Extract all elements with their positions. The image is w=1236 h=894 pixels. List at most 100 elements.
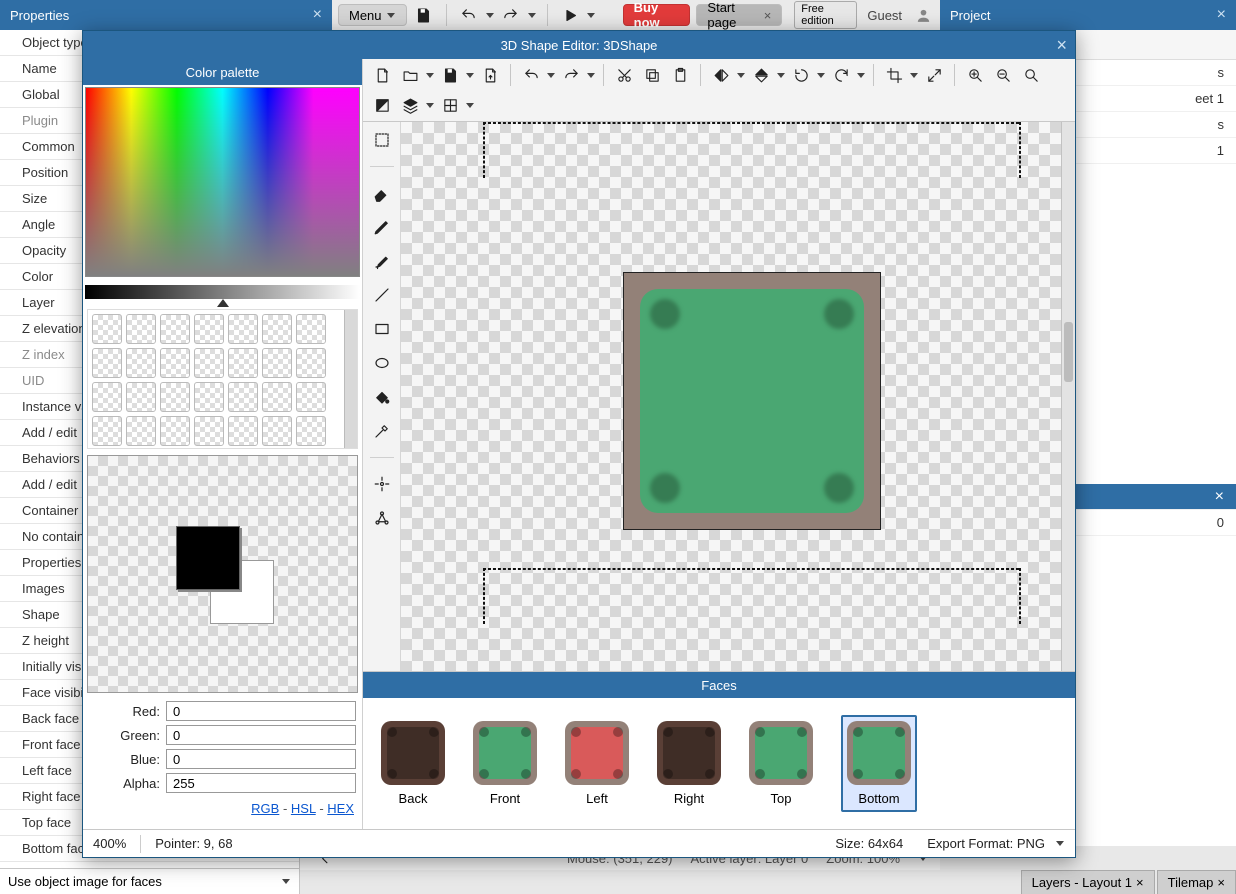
flip-h-dropdown[interactable] [736, 73, 746, 78]
hex-link[interactable]: HEX [327, 801, 354, 816]
empty-swatch[interactable] [228, 314, 258, 344]
pencil-icon[interactable] [368, 215, 396, 239]
crop-dropdown[interactable] [909, 73, 919, 78]
play-dropdown[interactable] [587, 13, 595, 18]
rotate-ccw-icon[interactable] [788, 63, 814, 87]
start-page-tab[interactable]: Start page× [696, 4, 782, 26]
empty-swatch[interactable] [228, 416, 258, 446]
rectangle-icon[interactable] [368, 317, 396, 341]
blue-input[interactable] [166, 749, 356, 769]
empty-swatch[interactable] [262, 314, 292, 344]
open-dropdown[interactable] [425, 73, 435, 78]
face-right[interactable]: Right [657, 721, 721, 806]
empty-swatch[interactable] [262, 382, 292, 412]
close-icon[interactable]: × [1056, 35, 1067, 56]
flip-vertical-icon[interactable] [748, 63, 774, 87]
empty-swatch[interactable] [160, 416, 190, 446]
swatch-list[interactable] [87, 309, 358, 449]
grid-dropdown[interactable] [465, 103, 475, 108]
save-dropdown[interactable] [465, 73, 475, 78]
line-icon[interactable] [368, 283, 396, 307]
empty-swatch[interactable] [194, 314, 224, 344]
zoom-in-icon[interactable] [962, 63, 988, 87]
undo-dropdown[interactable] [485, 13, 493, 18]
undo-icon[interactable] [457, 3, 479, 27]
empty-swatch[interactable] [126, 348, 156, 378]
crop-icon[interactable] [881, 63, 907, 87]
grid-icon[interactable] [437, 93, 463, 117]
close-icon[interactable]: × [1136, 875, 1144, 890]
undo-dropdown[interactable] [546, 73, 556, 78]
rotate-cw-dropdown[interactable] [856, 73, 866, 78]
zoom-fit-icon[interactable] [1018, 63, 1044, 87]
canvas[interactable] [401, 122, 1075, 671]
face-left[interactable]: Left [565, 721, 629, 806]
empty-swatch[interactable] [296, 416, 326, 446]
close-icon[interactable]: × [1217, 875, 1225, 890]
empty-swatch[interactable] [228, 348, 258, 378]
properties-panel-tab[interactable]: Properties × [0, 0, 332, 30]
close-icon[interactable]: × [313, 6, 322, 24]
zoom-out-icon[interactable] [990, 63, 1016, 87]
empty-swatch[interactable] [160, 382, 190, 412]
modal-titlebar[interactable]: 3D Shape Editor: 3DShape × [83, 31, 1075, 59]
invert-icon[interactable] [369, 93, 395, 117]
face-top[interactable]: Top [749, 721, 813, 806]
empty-swatch[interactable] [194, 416, 224, 446]
value-slider[interactable] [85, 285, 360, 299]
new-file-icon[interactable] [369, 63, 395, 87]
face-bottom[interactable]: Bottom [841, 715, 917, 812]
empty-swatch[interactable] [296, 348, 326, 378]
empty-swatch[interactable] [160, 348, 190, 378]
eyedropper-icon[interactable] [368, 419, 396, 443]
red-input[interactable] [166, 701, 356, 721]
brush-icon[interactable] [368, 249, 396, 273]
slider-handle-icon[interactable] [217, 299, 229, 307]
scrollbar-thumb[interactable] [1064, 322, 1073, 382]
reload-icon[interactable] [477, 63, 503, 87]
ellipse-icon[interactable] [368, 351, 396, 375]
menu-button[interactable]: Menu [338, 4, 407, 26]
user-icon[interactable] [912, 3, 934, 27]
empty-swatch[interactable] [126, 314, 156, 344]
sprite-frame[interactable] [623, 272, 881, 530]
chevron-down-icon[interactable] [281, 879, 291, 884]
green-input[interactable] [166, 725, 356, 745]
empty-swatch[interactable] [194, 382, 224, 412]
face-front[interactable]: Front [473, 721, 537, 806]
layers-dropdown[interactable] [425, 103, 435, 108]
undo-icon[interactable] [518, 63, 544, 87]
empty-swatch[interactable] [126, 416, 156, 446]
fill-bucket-icon[interactable] [368, 385, 396, 409]
empty-swatch[interactable] [296, 382, 326, 412]
tab-layers[interactable]: Layers - Layout 1× [1021, 870, 1155, 894]
empty-swatch[interactable] [92, 314, 122, 344]
hue-saturation-picker[interactable] [85, 87, 360, 277]
resize-icon[interactable] [921, 63, 947, 87]
save-icon[interactable] [437, 63, 463, 87]
close-icon[interactable]: × [1217, 6, 1226, 24]
alpha-input[interactable] [166, 773, 356, 793]
property-use-object-image[interactable]: Use object image for faces [0, 868, 299, 894]
polygon-points-icon[interactable] [368, 506, 396, 530]
empty-swatch[interactable] [92, 382, 122, 412]
tab-tilemap[interactable]: Tilemap× [1157, 870, 1236, 894]
export-format-dropdown[interactable] [1055, 841, 1065, 846]
cut-icon[interactable] [611, 63, 637, 87]
close-icon[interactable]: × [1215, 488, 1224, 506]
vertical-scrollbar[interactable] [1061, 122, 1075, 671]
copy-icon[interactable] [639, 63, 665, 87]
rotate-cw-icon[interactable] [828, 63, 854, 87]
empty-swatch[interactable] [92, 348, 122, 378]
layers-icon[interactable] [397, 93, 423, 117]
empty-swatch[interactable] [296, 314, 326, 344]
open-folder-icon[interactable] [397, 63, 423, 87]
flip-v-dropdown[interactable] [776, 73, 786, 78]
redo-icon[interactable] [558, 63, 584, 87]
play-icon[interactable] [559, 3, 581, 27]
empty-swatch[interactable] [160, 314, 190, 344]
empty-swatch[interactable] [126, 382, 156, 412]
empty-swatch[interactable] [228, 382, 258, 412]
marquee-select-icon[interactable] [368, 128, 396, 152]
hsl-link[interactable]: HSL [291, 801, 316, 816]
